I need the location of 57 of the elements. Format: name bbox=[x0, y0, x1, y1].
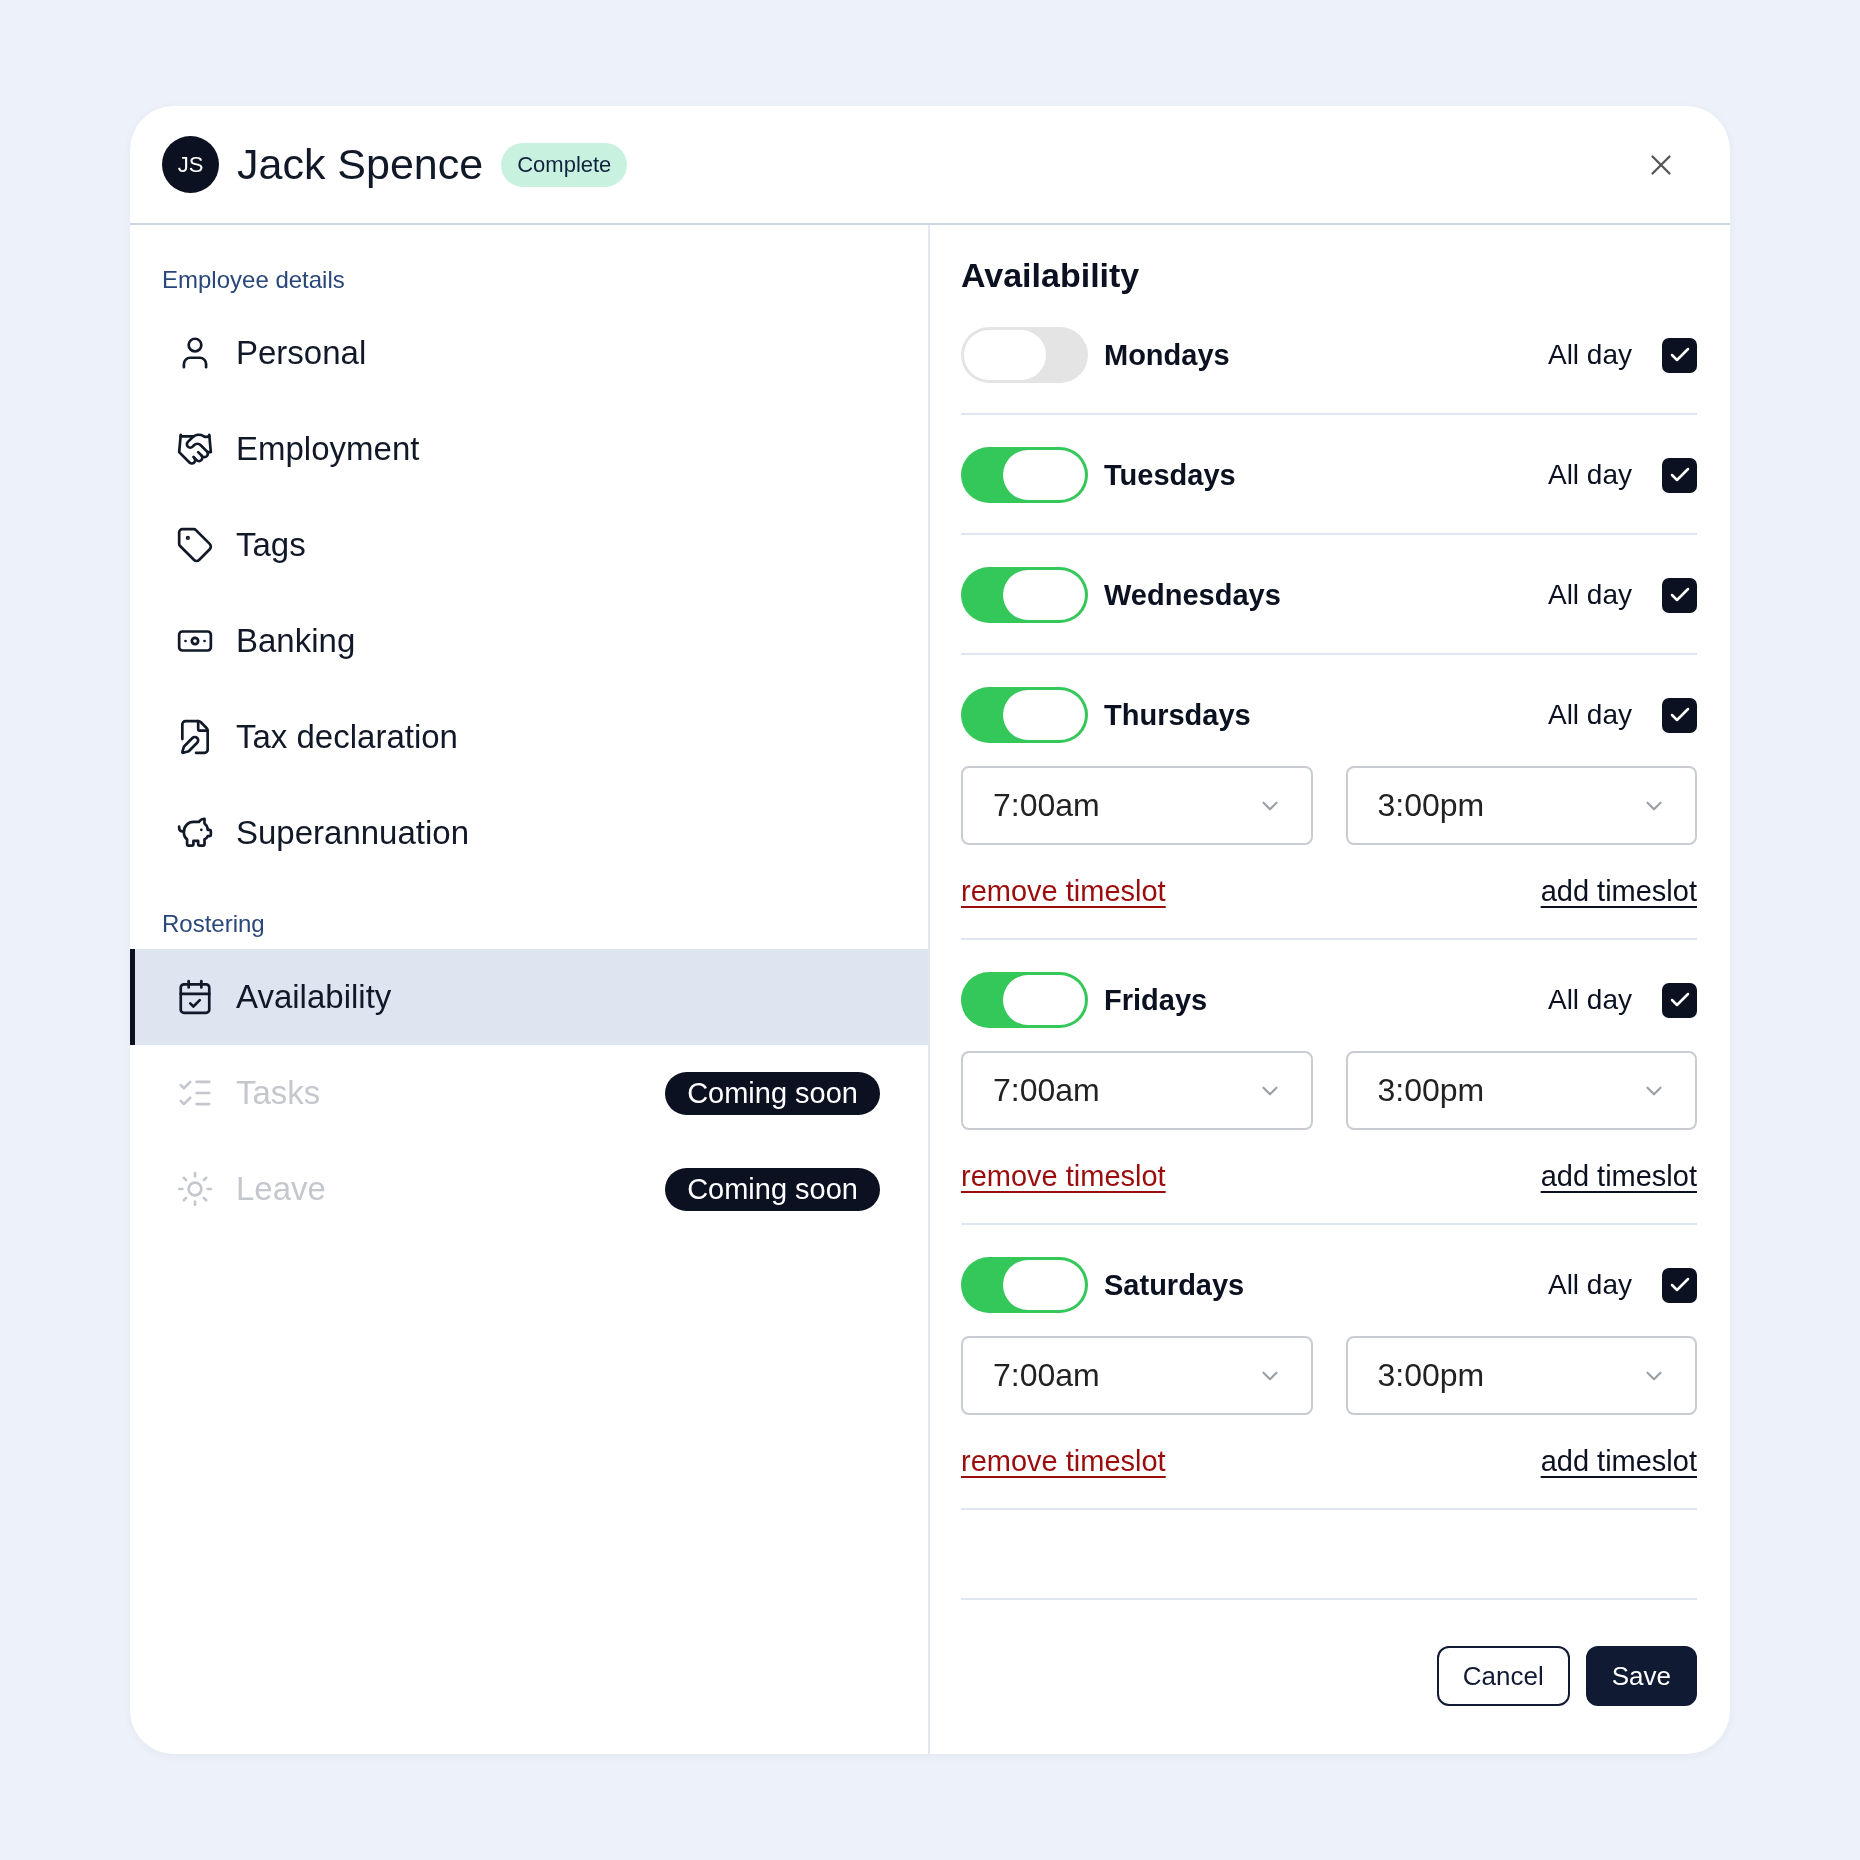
remove-timeslot-link[interactable]: remove timeslot bbox=[961, 1160, 1166, 1193]
day-toggle[interactable] bbox=[961, 687, 1088, 743]
end-time-select[interactable]: 3:00pm bbox=[1345, 1336, 1697, 1415]
sidebar-item[interactable]: Banking bbox=[130, 593, 928, 689]
end-time-select[interactable]: 3:00pm bbox=[1345, 766, 1697, 845]
add-timeslot-link[interactable]: add timeslot bbox=[1540, 1160, 1697, 1193]
panel-title: Availability bbox=[961, 255, 1141, 295]
all-day-label: All day bbox=[1547, 699, 1632, 731]
day-toggle[interactable] bbox=[961, 972, 1088, 1028]
sidebar-item[interactable]: Tax declaration bbox=[130, 689, 928, 785]
all-day-label: All day bbox=[1547, 579, 1632, 611]
day-toggle[interactable] bbox=[961, 327, 1088, 383]
start-time-select[interactable]: 7:00am bbox=[961, 766, 1313, 845]
start-time-select[interactable]: 7:00am bbox=[961, 1051, 1313, 1130]
all-day-checkbox[interactable] bbox=[1662, 697, 1697, 733]
all-day-label: All day bbox=[1547, 339, 1632, 371]
all-day-checkbox[interactable] bbox=[1662, 457, 1697, 493]
start-time-select[interactable]: 7:00am bbox=[961, 1336, 1313, 1415]
day-label: Wednesdays bbox=[1104, 578, 1281, 612]
day-label: Saturdays bbox=[1104, 1268, 1245, 1302]
day-label: Mondays bbox=[1104, 338, 1230, 372]
section-title: Employee details bbox=[161, 265, 346, 295]
day-label: Tuesdays bbox=[1104, 458, 1236, 492]
tag-icon bbox=[176, 526, 214, 564]
sidebar-item[interactable]: Tags bbox=[130, 497, 928, 593]
remove-timeslot-link[interactable]: remove timeslot bbox=[961, 875, 1166, 908]
sidebar-item[interactable]: Superannuation bbox=[130, 785, 928, 881]
all-day-checkbox[interactable] bbox=[1662, 1267, 1697, 1303]
avatar: JS bbox=[162, 136, 219, 193]
end-time-select[interactable]: 3:00pm bbox=[1345, 1051, 1697, 1130]
save-button[interactable]: Save bbox=[1585, 1646, 1697, 1706]
all-day-checkbox[interactable] bbox=[1662, 337, 1697, 373]
calendar-check-icon bbox=[176, 978, 214, 1016]
employee-name: Jack Spence bbox=[237, 140, 484, 189]
day-toggle[interactable] bbox=[961, 1257, 1088, 1313]
all-day-label: All day bbox=[1547, 1269, 1632, 1301]
add-timeslot-link[interactable]: add timeslot bbox=[1540, 1445, 1697, 1478]
coming-soon-badge: Coming soon bbox=[665, 1071, 880, 1115]
sun-icon bbox=[176, 1170, 214, 1208]
day-label: Fridays bbox=[1104, 983, 1208, 1017]
sidebar-item[interactable]: Personal bbox=[130, 305, 928, 401]
cancel-button[interactable]: Cancel bbox=[1436, 1646, 1570, 1706]
status-badge: Complete bbox=[501, 142, 628, 187]
all-day-checkbox[interactable] bbox=[1662, 982, 1697, 1018]
section-title: Rostering bbox=[161, 909, 266, 939]
add-timeslot-link[interactable]: add timeslot bbox=[1540, 875, 1697, 908]
all-day-label: All day bbox=[1547, 459, 1632, 491]
all-day-checkbox[interactable] bbox=[1662, 577, 1697, 613]
handshake-icon bbox=[176, 430, 214, 468]
coming-soon-badge: Coming soon bbox=[665, 1167, 880, 1211]
remove-timeslot-link[interactable]: remove timeslot bbox=[961, 1445, 1166, 1478]
all-day-label: All day bbox=[1547, 984, 1632, 1016]
day-label: Thursdays bbox=[1104, 698, 1251, 732]
sidebar-item[interactable]: Employment bbox=[130, 401, 928, 497]
day-toggle[interactable] bbox=[961, 447, 1088, 503]
day-toggle[interactable] bbox=[961, 567, 1088, 623]
sidebar-item[interactable]: Availability bbox=[130, 949, 928, 1045]
